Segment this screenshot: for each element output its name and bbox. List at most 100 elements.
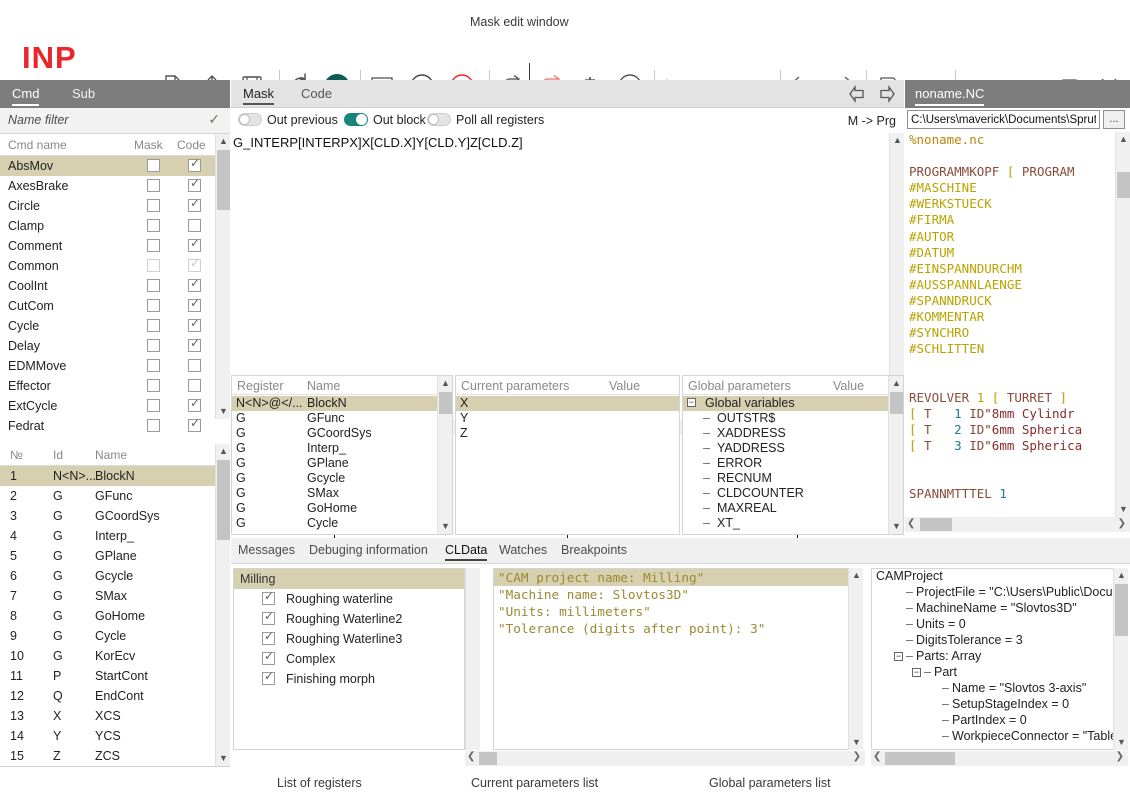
scroll-thumb[interactable] (439, 392, 452, 414)
global-param-row[interactable]: – YADDRESS (683, 441, 888, 456)
cldata-line[interactable]: "Tolerance (digits after point): 3" (494, 620, 862, 637)
operation-row[interactable]: ✓ Finishing morph (234, 669, 464, 689)
tab-breakpoints[interactable]: Breakpoints (561, 543, 627, 557)
register-table-row[interactable]: 7 G SMax (0, 586, 215, 606)
global-param-row[interactable]: – RECNUM (683, 471, 888, 486)
register-table-row[interactable]: 3 G GCoordSys (0, 506, 215, 526)
cmd-row[interactable]: Comment ✓ (0, 236, 215, 256)
cmd-row[interactable]: Common ✓ (0, 256, 215, 276)
register-table-row[interactable]: 10 G KorEcv (0, 646, 215, 666)
scroll-down-icon[interactable]: ▼ (1116, 502, 1130, 517)
cmd-row[interactable]: Clamp (0, 216, 215, 236)
cam-tree-node[interactable]: CAMProject (872, 569, 1127, 585)
scroll-down-icon[interactable]: ▼ (1114, 735, 1129, 750)
register-grid-row[interactable]: G Cycle (232, 516, 437, 531)
register-table-row[interactable]: 5 G GPlane (0, 546, 215, 566)
global-param-row[interactable]: – XT_ (683, 516, 888, 531)
arrow-left-icon[interactable] (847, 84, 867, 104)
cmd-row[interactable]: AxesBrake ✓ (0, 176, 215, 196)
cmd-mask-checkbox[interactable] (147, 379, 160, 392)
register-grid-row[interactable]: G GoHome (232, 501, 437, 516)
operation-row[interactable]: ✓ Roughing Waterline3 (234, 629, 464, 649)
cam-tree-node[interactable]: – ProjectFile = "C:\Users\Public\Docum... (872, 585, 1127, 601)
cmd-row[interactable]: ExtCycle ✓ (0, 396, 215, 416)
scroll-down-icon[interactable]: ▼ (216, 404, 231, 419)
scroll-up-icon[interactable]: ▲ (849, 568, 864, 583)
operation-row[interactable]: ✓ Roughing waterline (234, 589, 464, 609)
expander-minus-icon[interactable]: − (894, 652, 903, 661)
cmd-code-checkbox[interactable]: ✓ (188, 397, 201, 412)
tab-watches[interactable]: Watches (499, 543, 547, 557)
cmd-mask-checkbox[interactable] (147, 299, 160, 312)
cmd-mask-checkbox[interactable] (147, 419, 160, 432)
bottom-hscrollbar-right[interactable]: ❮ ❯ (871, 751, 1128, 766)
tab-debuging-information[interactable]: Debuging information (309, 543, 428, 557)
scroll-up-icon[interactable]: ▲ (890, 133, 905, 148)
hscroll-thumb[interactable] (885, 752, 955, 765)
nc-code-view[interactable]: %noname.nc PROGRAMMKOPF [ PROGRAM #MASCHI… (905, 132, 1130, 517)
global-param-row[interactable]: – ERROR (683, 456, 888, 471)
expander-minus-icon[interactable]: − (912, 668, 921, 677)
cmd-code-checkbox[interactable]: ✓ (188, 197, 201, 212)
name-filter-input[interactable]: Name filter ✓ (0, 108, 230, 134)
scroll-right-icon[interactable]: ❯ (853, 751, 861, 762)
cam-tree-node[interactable]: – SetupStageIndex = 0 (872, 697, 1127, 713)
check-icon[interactable]: ✓ (208, 111, 220, 128)
cmd-code-checkbox[interactable]: ✓ (188, 237, 201, 252)
toggle-out-previous[interactable] (238, 113, 262, 126)
hscroll-thumb[interactable] (920, 518, 952, 531)
cmd-mask-checkbox[interactable] (147, 399, 160, 412)
tab-cmd[interactable]: Cmd (12, 86, 40, 106)
register-table-row[interactable]: 6 G Gcycle (0, 566, 215, 586)
cmd-code-checkbox[interactable]: ✓ (188, 317, 201, 332)
current-param-row[interactable]: Z (456, 426, 679, 441)
operation-checkbox[interactable]: ✓ (262, 670, 275, 685)
global-param-row[interactable]: – MAXREAL (683, 501, 888, 516)
global-param-row[interactable]: – XADDRESS (683, 426, 888, 441)
cmd-mask-checkbox[interactable] (147, 159, 160, 172)
cmd-code-checkbox[interactable]: ✓ (188, 417, 201, 432)
cam-tree-scrollbar[interactable]: ▲ ▼ (1113, 568, 1128, 750)
browse-button[interactable]: ... (1103, 110, 1125, 129)
operation-checkbox[interactable]: ✓ (262, 630, 275, 645)
arrow-right-icon[interactable] (877, 84, 897, 104)
scroll-down-icon[interactable]: ▼ (889, 519, 904, 534)
toggle-poll-all-registers[interactable] (427, 113, 451, 126)
global-params-scrollbar[interactable]: ▲ ▼ (888, 376, 903, 534)
scroll-up-icon[interactable]: ▲ (216, 134, 231, 149)
registers-scrollbar[interactable]: ▲ ▼ (215, 444, 230, 766)
cmd-code-checkbox[interactable]: ✓ (188, 337, 201, 352)
register-table-row[interactable]: 14 Y YCS (0, 726, 215, 746)
tab-mask[interactable]: Mask (243, 86, 275, 105)
code-vscrollbar[interactable]: ▲ ▼ (1115, 132, 1130, 517)
cldata-line[interactable]: "CAM project name: Milling" (494, 569, 862, 586)
current-param-row[interactable]: Y (456, 411, 679, 426)
register-table-row[interactable]: 1 N<N>... BlockN (0, 466, 215, 486)
cmd-code-checkbox[interactable]: ✓ (188, 297, 201, 312)
current-param-row[interactable]: X (456, 396, 679, 411)
scroll-thumb[interactable] (217, 460, 230, 540)
cmd-row[interactable]: Delay ✓ (0, 336, 215, 356)
cmd-row[interactable]: Circle ✓ (0, 196, 215, 216)
register-table-row[interactable]: 4 G Interp_ (0, 526, 215, 546)
scroll-left-icon[interactable]: ❮ (467, 751, 475, 762)
cmd-mask-checkbox[interactable] (147, 179, 160, 192)
cldata-scrollbar[interactable]: ▲ ▼ (848, 568, 863, 750)
cmd-list-scrollbar[interactable]: ▲ ▼ (215, 134, 230, 419)
global-variables-root[interactable]: − Global variables (683, 396, 888, 411)
global-param-row[interactable]: – OUTSTR$ (683, 411, 888, 426)
cmd-code-checkbox[interactable]: ✓ (188, 277, 201, 292)
tab-sub[interactable]: Sub (72, 86, 95, 101)
cmd-mask-checkbox[interactable] (147, 319, 160, 332)
toggle-out-block[interactable] (344, 113, 368, 126)
scroll-thumb[interactable] (1115, 584, 1128, 636)
cmd-mask-checkbox[interactable] (147, 359, 160, 372)
operations-group-header[interactable]: Milling (234, 569, 464, 589)
scroll-thumb[interactable] (890, 392, 903, 414)
register-grid-row[interactable]: G Gcycle (232, 471, 437, 486)
cldata-line[interactable]: "Machine name: Slovtos3D" (494, 586, 862, 603)
scroll-up-icon[interactable]: ▲ (216, 444, 231, 459)
cmd-code-checkbox[interactable] (188, 219, 201, 232)
cmd-row[interactable]: EDMMove (0, 356, 215, 376)
register-table-row[interactable]: 13 X XCS (0, 706, 215, 726)
